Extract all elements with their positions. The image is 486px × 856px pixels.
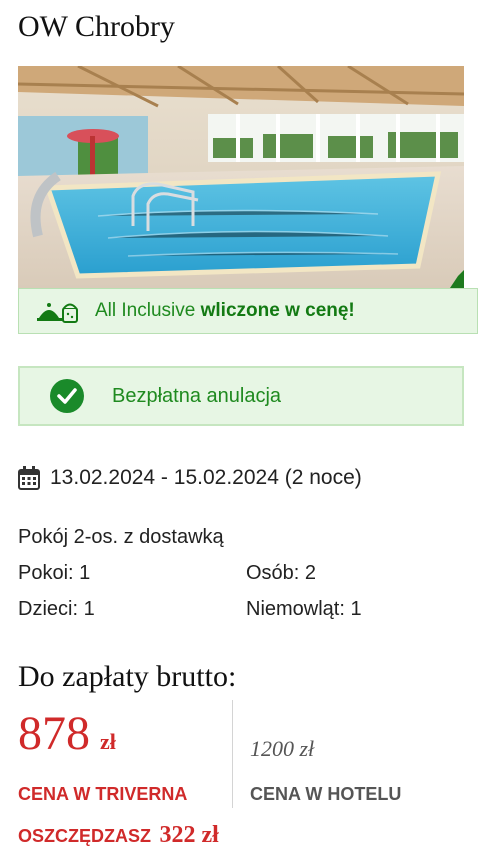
calendar-icon xyxy=(18,466,40,490)
hotel-price: 1200 zł xyxy=(250,736,315,761)
room-type: Pokój 2-os. z dostawką xyxy=(18,526,224,548)
triverna-price: 878 zł xyxy=(18,706,116,761)
price-value: 878 xyxy=(18,707,90,760)
all-inclusive-prefix: All Inclusive xyxy=(95,300,196,321)
all-inclusive-emphasis: wliczone w cenę! xyxy=(200,300,355,321)
savings-amount: 322 zł xyxy=(159,822,219,848)
free-cancellation-badge: Bezpłatna anulacja xyxy=(18,366,464,426)
hotel-price-label: CENA W HOTELU xyxy=(250,784,402,804)
stay-dates: 13.02.2024 - 15.02.2024 (2 noce) xyxy=(18,466,362,490)
infants-count: Niemowląt: 1 xyxy=(246,598,362,620)
all-inclusive-banner: All Inclusive wliczone w cenę! xyxy=(18,288,478,334)
children-count: Dzieci: 1 xyxy=(18,598,95,620)
rooms-count: Pokoi: 1 xyxy=(18,562,91,584)
triverna-price-label: CENA W TRIVERNA xyxy=(18,784,188,804)
hotel-photo[interactable] xyxy=(18,66,464,288)
free-cancellation-label: Bezpłatna anulacja xyxy=(112,384,282,407)
price-divider xyxy=(232,700,233,808)
pool-image xyxy=(18,66,464,288)
hotel-title: OW Chrobry xyxy=(18,10,175,43)
food-tray-icon xyxy=(37,303,78,323)
savings: OSZCZĘDZASZ 322 zł xyxy=(18,822,219,849)
all-inclusive-text: All Inclusive wliczone w cenę! xyxy=(95,300,355,322)
persons-count: Osób: 2 xyxy=(246,562,317,584)
price-currency: zł xyxy=(100,729,116,754)
check-circle-icon xyxy=(50,379,84,413)
savings-label: OSZCZĘDZASZ xyxy=(18,826,151,846)
payment-title: Do zapłaty brutto: xyxy=(18,660,237,693)
stay-dates-text: 13.02.2024 - 15.02.2024 (2 noce) xyxy=(50,466,362,489)
